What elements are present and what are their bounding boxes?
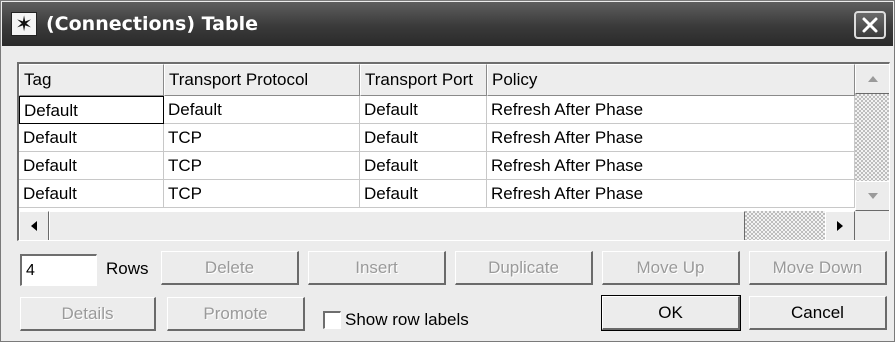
rows-count-input[interactable]	[20, 254, 97, 286]
scroll-down-button[interactable]	[855, 181, 889, 211]
window-title: (Connections) Table	[46, 13, 258, 35]
rows-label: Rows	[106, 259, 149, 278]
table-cell-tag[interactable]: Default	[19, 124, 164, 152]
ok-button[interactable]: OK	[601, 295, 741, 331]
table-row[interactable]: Default TCP Default Refresh After Phase	[19, 180, 855, 208]
scroll-left-button[interactable]	[19, 211, 49, 240]
show-row-labels-option[interactable]: Show row labels	[323, 310, 469, 330]
table-cell-transport-port[interactable]: Default	[360, 96, 487, 124]
scroll-right-button[interactable]	[825, 211, 855, 240]
table-cell-transport-protocol[interactable]: TCP	[164, 180, 360, 208]
table-row[interactable]: Default Default Default Refresh After Ph…	[19, 96, 855, 124]
table-cell-tag[interactable]: Default	[19, 152, 164, 180]
scrollbar-corner	[855, 211, 889, 240]
delete-button[interactable]: Delete	[161, 251, 299, 285]
vertical-scrollbar[interactable]	[855, 64, 889, 211]
grid-body: Default Default Default Refresh After Ph…	[19, 96, 855, 208]
scroll-down-arrow-icon	[867, 193, 878, 199]
asterisk-icon[interactable]: ✶	[11, 12, 37, 36]
table-cell-policy[interactable]: Refresh After Phase	[487, 152, 855, 180]
scroll-up-button[interactable]	[855, 64, 889, 94]
table-cell-transport-protocol[interactable]: Default	[164, 96, 360, 124]
promote-button[interactable]: Promote	[167, 297, 305, 331]
table-cell-transport-port[interactable]: Default	[360, 124, 487, 152]
table-cell-tag[interactable]: Default	[19, 180, 164, 208]
cancel-button[interactable]: Cancel	[749, 296, 887, 330]
details-button[interactable]: Details	[20, 297, 156, 331]
duplicate-button[interactable]: Duplicate	[455, 251, 593, 285]
table-row[interactable]: Default TCP Default Refresh After Phase	[19, 124, 855, 152]
horizontal-scroll-thumb[interactable]	[49, 211, 745, 240]
horizontal-scrollbar[interactable]	[19, 211, 855, 240]
connections-grid[interactable]: Tag Transport Protocol Transport Port Po…	[17, 62, 890, 241]
scroll-right-arrow-icon	[837, 221, 843, 231]
table-cell-transport-port[interactable]: Default	[360, 180, 487, 208]
table-cell-transport-port[interactable]: Default	[360, 152, 487, 180]
table-cell-transport-protocol[interactable]: TCP	[164, 124, 360, 152]
table-cell-transport-protocol[interactable]: TCP	[164, 152, 360, 180]
connections-table-dialog: ✶ (Connections) Table Tag Transport Prot…	[0, 0, 895, 342]
table-row[interactable]: Default TCP Default Refresh After Phase	[19, 152, 855, 180]
close-icon	[862, 17, 878, 33]
column-header-policy[interactable]: Policy	[487, 64, 855, 96]
table-cell-policy[interactable]: Refresh After Phase	[487, 96, 855, 124]
move-up-button[interactable]: Move Up	[602, 251, 740, 285]
table-cell-policy[interactable]: Refresh After Phase	[487, 180, 855, 208]
title-bar[interactable]: ✶ (Connections) Table	[2, 2, 893, 46]
show-row-labels-checkbox[interactable]	[323, 311, 341, 329]
table-cell-policy[interactable]: Refresh After Phase	[487, 124, 855, 152]
insert-button[interactable]: Insert	[308, 251, 446, 285]
column-header-tag[interactable]: Tag	[19, 64, 164, 96]
grid-header: Tag Transport Protocol Transport Port Po…	[19, 64, 855, 96]
scroll-left-arrow-icon	[31, 221, 37, 231]
column-header-transport-protocol[interactable]: Transport Protocol	[164, 64, 360, 96]
table-cell-tag[interactable]: Default	[19, 96, 164, 124]
scroll-up-arrow-icon	[867, 76, 878, 82]
move-down-button[interactable]: Move Down	[749, 251, 887, 285]
column-header-transport-port[interactable]: Transport Port	[360, 64, 487, 96]
show-row-labels-label: Show row labels	[345, 310, 469, 329]
close-button[interactable]	[854, 11, 886, 39]
